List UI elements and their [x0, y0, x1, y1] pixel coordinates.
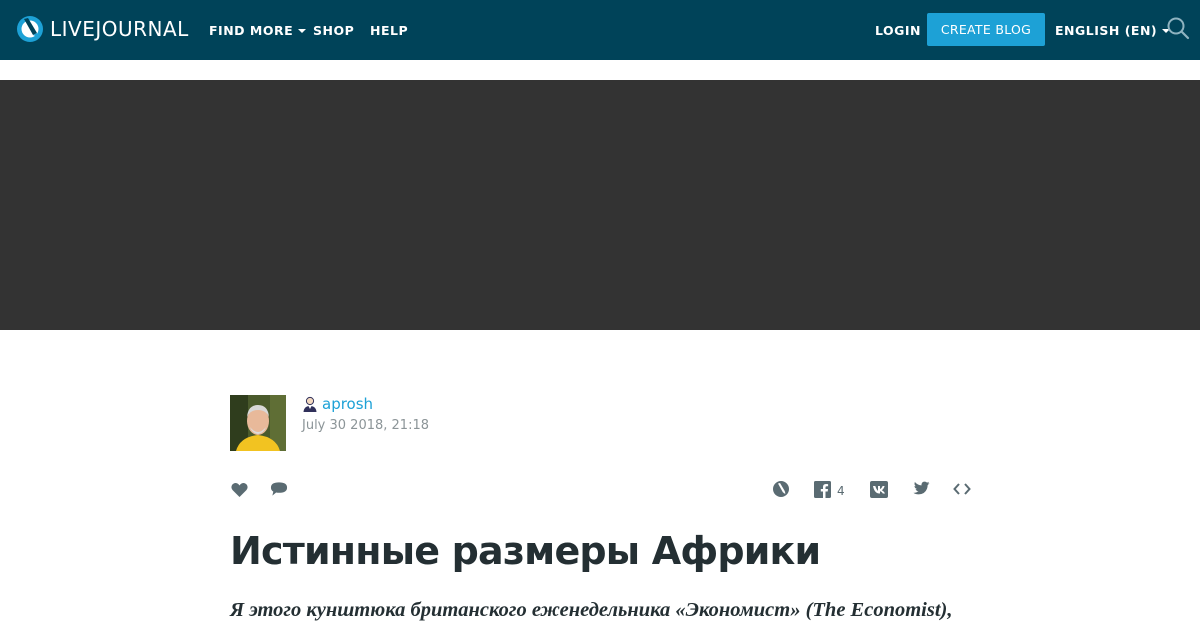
facebook-icon: [814, 480, 831, 498]
like-heart-icon: [230, 482, 248, 497]
language-label: ENGLISH (EN): [1055, 22, 1158, 38]
advertisement-banner[interactable]: [0, 80, 1200, 330]
nav-find-more-label: FIND MORE: [209, 22, 294, 38]
livejournal-logo[interactable]: LIVEJOURNAL: [16, 15, 189, 43]
livejournal-share-icon: [773, 481, 789, 497]
share-livejournal-button[interactable]: [772, 480, 790, 498]
post-title: Истинные размеры Африки: [230, 529, 821, 573]
top-navigation-bar: LIVEJOURNAL FIND MORE SHOP HELP LOGIN CR…: [0, 0, 1200, 60]
comment-icon: [270, 482, 288, 496]
comment-button[interactable]: [270, 480, 288, 498]
nav-find-more[interactable]: FIND MORE: [209, 0, 307, 60]
share-vk-button[interactable]: [870, 480, 888, 498]
share-twitter-button[interactable]: [911, 480, 930, 498]
author-link[interactable]: aprosh: [302, 395, 373, 413]
nav-help[interactable]: HELP: [370, 0, 408, 60]
nav-shop-label: SHOP: [313, 22, 355, 38]
chevron-down-icon: [298, 28, 307, 33]
search-icon[interactable]: [1166, 16, 1190, 40]
author-avatar[interactable]: [230, 395, 286, 451]
embed-code-button[interactable]: [953, 480, 971, 498]
nav-help-label: HELP: [370, 22, 409, 38]
share-actions: 4: [772, 480, 972, 500]
livejournal-logo-icon: [17, 16, 43, 42]
avatar-image: [230, 395, 286, 451]
create-blog-button[interactable]: CREATE BLOG: [927, 13, 1045, 46]
author-name: aprosh: [322, 395, 374, 413]
twitter-icon: [913, 481, 930, 495]
embed-code-icon: [953, 483, 971, 495]
post-body-continuation: [230, 624, 970, 630]
logo-text: LIVEJOURNAL: [50, 17, 189, 41]
share-facebook-button[interactable]: 4: [814, 480, 845, 498]
login-label: LOGIN: [875, 22, 922, 38]
nav-shop[interactable]: SHOP: [313, 0, 354, 60]
vk-icon: [870, 480, 888, 498]
post-actions: [230, 480, 288, 498]
language-selector[interactable]: ENGLISH (EN): [1055, 0, 1171, 60]
post-lead-paragraph: Я этого кунштюка британского еженедельни…: [230, 599, 953, 621]
post-date: July 30 2018, 21:18: [302, 418, 429, 433]
facebook-share-count: 4: [837, 484, 845, 498]
login-link[interactable]: LOGIN: [875, 0, 921, 60]
user-icon: [303, 396, 317, 412]
like-button[interactable]: [230, 480, 248, 498]
